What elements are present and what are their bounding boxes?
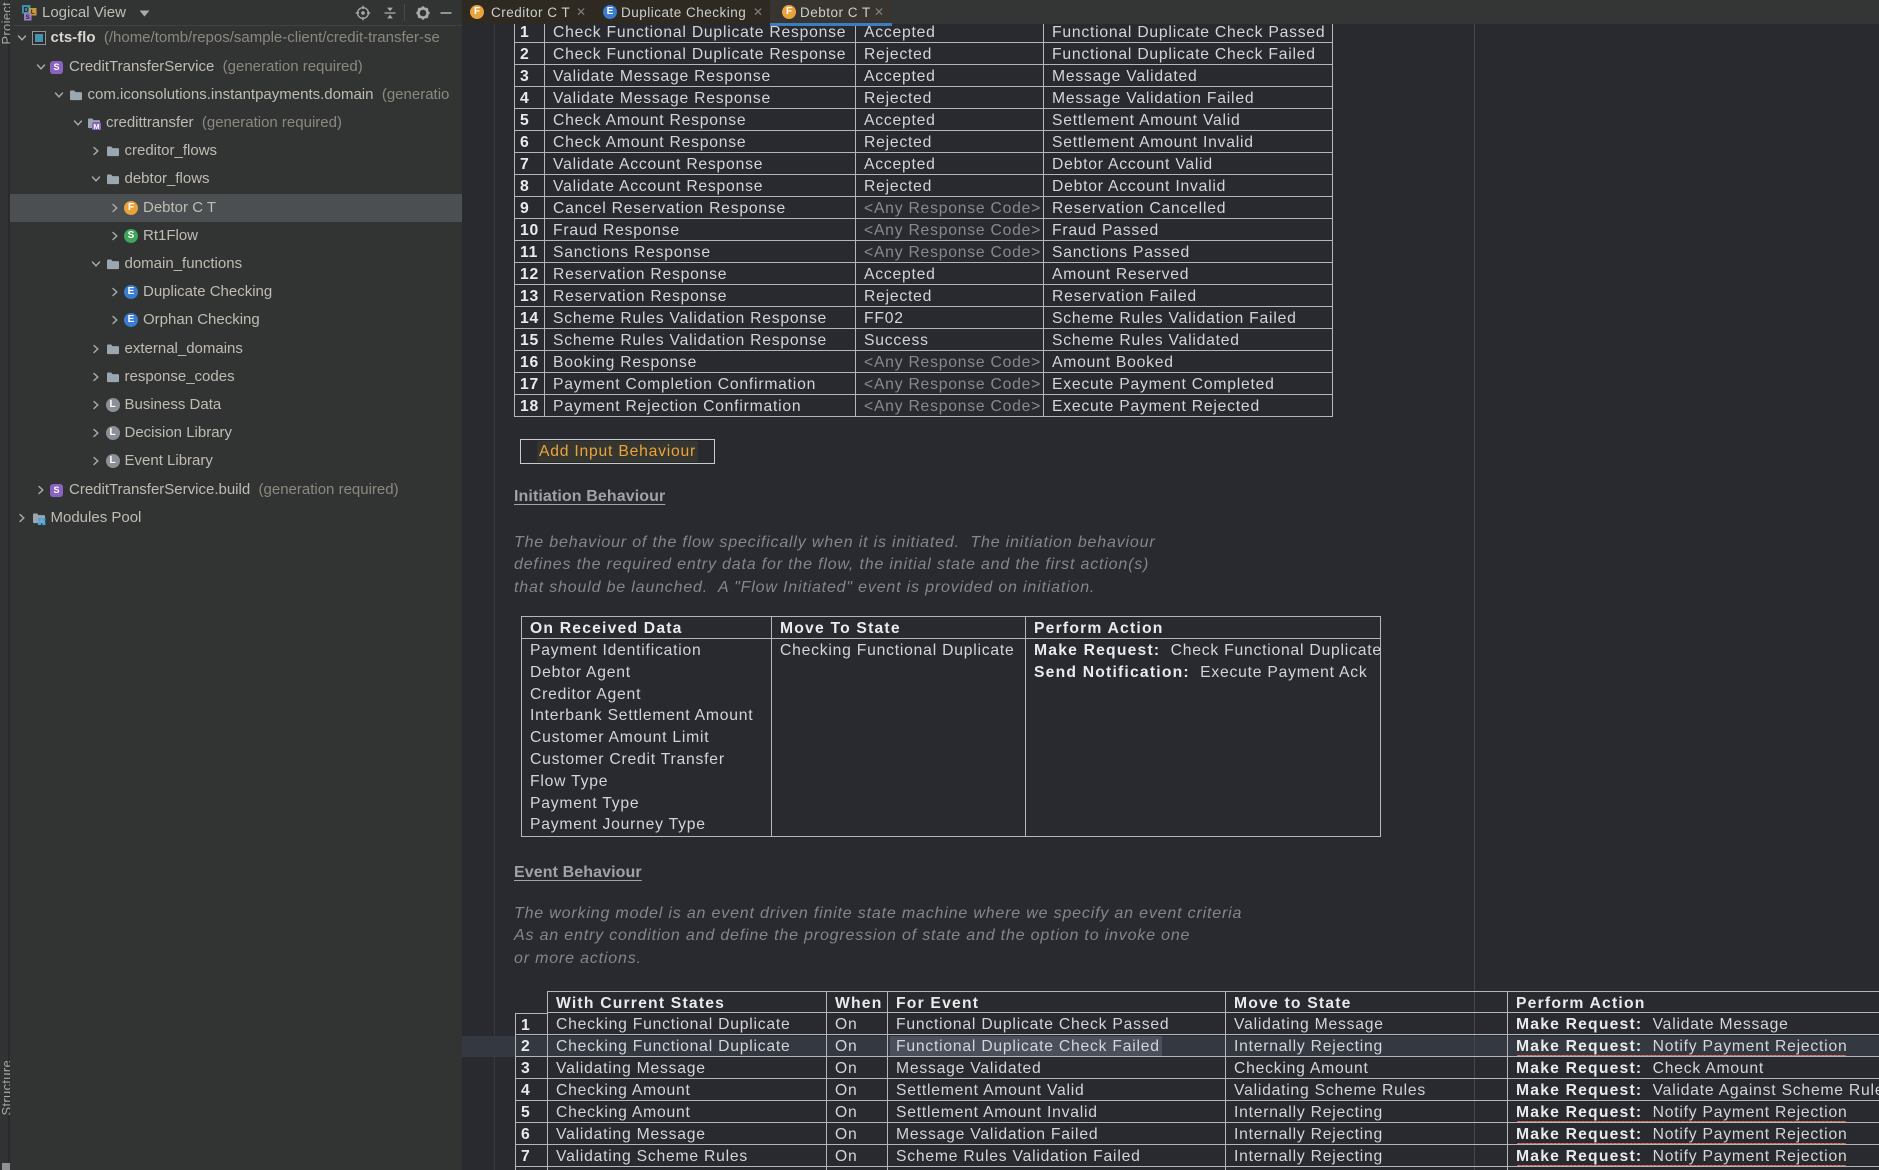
svg-text:S: S (26, 14, 31, 21)
svg-text:D: D (24, 7, 29, 14)
svg-text:M: M (93, 122, 99, 130)
